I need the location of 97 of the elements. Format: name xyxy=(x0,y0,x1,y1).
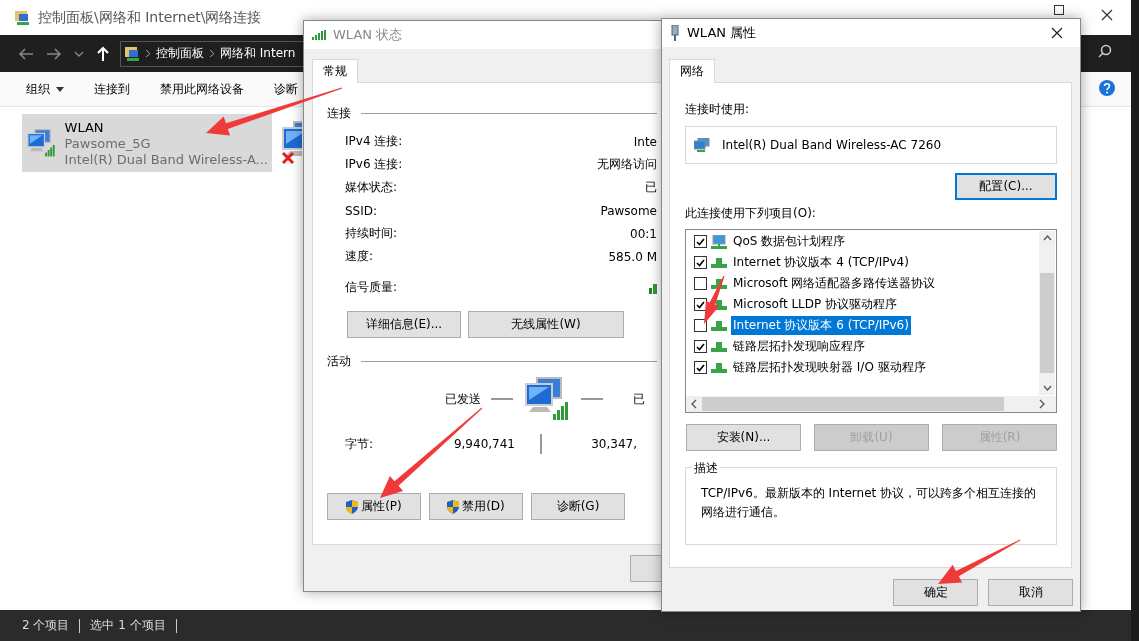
network-protocol-icon xyxy=(711,341,727,352)
toolbar-button[interactable]: 禁用此网络设备 xyxy=(156,78,248,100)
breadcrumb[interactable]: 网络和 Intern xyxy=(220,45,296,62)
network-name: Pawsome_5G xyxy=(64,135,152,151)
sent-label: 已发送 xyxy=(445,390,481,408)
up-arrow-icon xyxy=(96,45,110,62)
help-icon[interactable] xyxy=(1099,80,1115,96)
toolbar-button[interactable]: 连接到 xyxy=(90,78,134,100)
checkmark-icon xyxy=(696,258,705,267)
checkmark-icon xyxy=(696,237,705,246)
vertical-scrollbar[interactable] xyxy=(1039,231,1055,395)
field-value: Pawsome xyxy=(600,203,657,218)
dialog-button[interactable]: 属性(P) xyxy=(327,493,421,520)
list-item[interactable]: 链路层拓扑发现映射器 I/O 驱动程序 xyxy=(731,358,928,377)
network-service-icon xyxy=(711,234,727,249)
configure-button[interactable]: 配置(C)... xyxy=(955,173,1057,200)
bytes-received: 30,347, xyxy=(590,437,637,451)
network-protocol-icon xyxy=(711,257,727,268)
caret-icon xyxy=(56,86,64,92)
field-label: IPv6 连接: xyxy=(345,156,403,173)
adapter-name: Intel(R) Dual Band Wireless-A... xyxy=(64,151,268,167)
search-icon[interactable] xyxy=(1098,44,1112,58)
description-text: TCP/IPv6。最新版本的 Internet 协议，可以跨多个相互连接的网络进行通信。 xyxy=(701,485,1038,521)
field-label: 信号质量: xyxy=(345,279,398,296)
received-label: 已 xyxy=(633,390,645,408)
network-protocol-icon xyxy=(711,362,727,373)
checkbox[interactable] xyxy=(694,256,707,269)
ok-button[interactable]: 确定 xyxy=(893,579,978,606)
component-list[interactable]: QoS 数据包计划程序 Internet 协议版本 4 (TCP/IPv4) Microsoft 网络适配器多路传送器协议 Microsoft LLDP 协议驱动程序 Internet 协议版本 6 (TCP/IPv6) 链路层拓扑发现响应程序 链路层拓扑发现映射器 I/O 驱动程序 xyxy=(685,229,1057,413)
field-value: 585.0 M xyxy=(608,249,657,264)
checkmark-icon xyxy=(696,300,705,309)
field-label: 持续时间: xyxy=(345,225,398,242)
group-label: 描述 xyxy=(692,460,720,477)
checkbox[interactable] xyxy=(694,235,707,248)
list-item[interactable]: Microsoft LLDP 协议驱动程序 xyxy=(731,295,900,314)
annotation-arrow xyxy=(704,275,725,324)
bytes-sent: 9,940,741 xyxy=(452,437,515,451)
toolbar-button[interactable]: 诊断 xyxy=(270,78,302,100)
field-value: Inte xyxy=(633,134,657,149)
checkmark-icon xyxy=(696,342,705,351)
connection-name: WLAN xyxy=(64,119,105,135)
field-label: 此连接使用下列项目(O): xyxy=(685,205,817,222)
status-text: 2 个项目 xyxy=(22,617,70,634)
network-computer-icon xyxy=(523,376,571,422)
field-label: SSID: xyxy=(345,203,378,218)
list-item[interactable]: QoS 数据包计划程序 xyxy=(731,232,848,251)
signal-icon xyxy=(312,30,326,40)
tab[interactable]: 网络 xyxy=(669,59,715,83)
field-label: 连接时使用: xyxy=(685,101,751,118)
bytes-label: 字节: xyxy=(345,435,375,453)
adapter-field: Intel(R) Dual Band Wireless-AC 7260 xyxy=(685,126,1057,164)
dialog-button[interactable]: 安装(N)... xyxy=(686,424,801,451)
checkbox[interactable] xyxy=(694,361,707,374)
network-adapter-icon xyxy=(694,138,710,152)
checkbox[interactable] xyxy=(694,277,707,290)
tab[interactable]: 常规 xyxy=(312,59,358,83)
signal-bars-icon xyxy=(649,281,657,294)
checkmark-icon xyxy=(696,363,705,372)
list-item[interactable]: Microsoft 网络适配器多路传送器协议 xyxy=(731,274,938,293)
dialog-button[interactable]: 详细信息(E)... xyxy=(347,311,461,338)
network-protocol-icon xyxy=(711,320,727,331)
chevron-down-icon xyxy=(74,49,84,58)
checkbox[interactable] xyxy=(694,340,707,353)
close-icon xyxy=(1051,27,1063,39)
checkbox[interactable] xyxy=(694,319,707,332)
window-title: 控制面板\网络和 Internet\网络连接 xyxy=(38,8,262,27)
dialog-button[interactable]: 无线属性(W) xyxy=(468,311,624,338)
toolbar-button[interactable]: 组织 xyxy=(22,78,68,100)
dialog-title: WLAN 状态 xyxy=(333,26,403,44)
field-label: IPv4 连接: xyxy=(345,133,403,150)
maximize-icon xyxy=(1054,4,1064,15)
field-value: 已 xyxy=(645,179,657,196)
list-item[interactable]: Internet 协议版本 4 (TCP/IPv4) xyxy=(731,253,911,272)
dialog-button[interactable]: 诊断(G) xyxy=(531,493,625,520)
dialog-title: WLAN 属性 xyxy=(687,24,757,42)
field-label: 媒体状态: xyxy=(345,179,398,196)
network-adapter-icon xyxy=(670,25,680,41)
dialog-button[interactable]: 禁用(D) xyxy=(429,493,523,520)
group-label: 连接 xyxy=(327,105,351,122)
forward-arrow-icon xyxy=(46,46,62,61)
breadcrumb[interactable]: 控制面板 xyxy=(156,45,204,62)
horizontal-scrollbar[interactable] xyxy=(686,396,1056,412)
field-label: 速度: xyxy=(345,248,374,265)
close-icon xyxy=(1101,9,1113,21)
chevron-icon xyxy=(209,49,215,58)
control-panel-icon xyxy=(124,45,140,62)
cancel-button[interactable]: 取消 xyxy=(988,579,1073,606)
chevron-icon xyxy=(145,49,151,58)
folder-network-icon xyxy=(14,9,30,26)
field-value: 00:1 xyxy=(630,226,657,241)
field-value: 无网络访问 xyxy=(597,156,657,173)
list-item[interactable]: Internet 协议版本 6 (TCP/IPv6) xyxy=(731,316,911,335)
back-arrow-icon xyxy=(18,46,34,61)
list-item[interactable]: 链路层拓扑发现响应程序 xyxy=(731,337,867,356)
group-label: 活动 xyxy=(327,353,351,370)
status-text: 选中 1 个项目 xyxy=(90,617,166,634)
network-connection-item[interactable]: WLAN Pawsome_5G Intel(R) Dual Band Wireless-A... xyxy=(22,114,272,172)
